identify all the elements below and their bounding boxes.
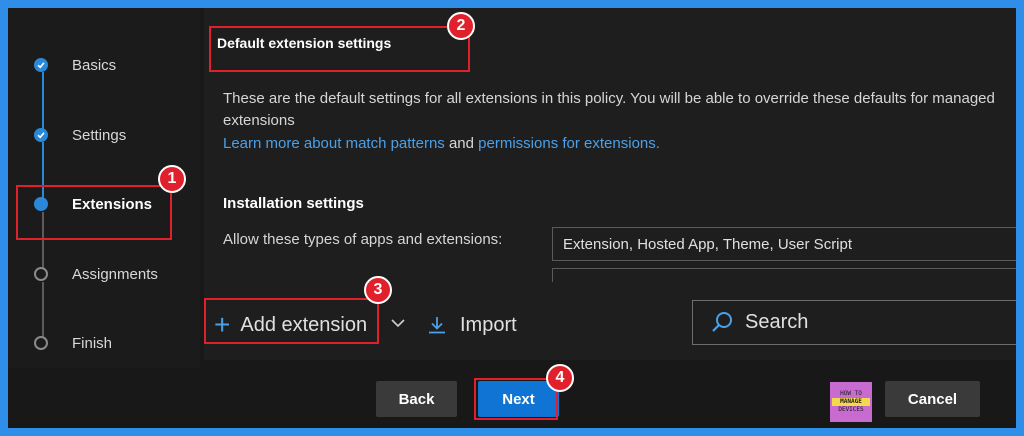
watermark-logo: HOW TO MANAGE DEVICES (830, 382, 872, 422)
step-label: Basics (72, 56, 117, 74)
highlight-extensions-step (16, 185, 172, 240)
annotation-badge: 3 (364, 276, 392, 304)
back-button[interactable]: Back (376, 381, 457, 417)
installation-settings-heading: Installation settings (223, 195, 364, 212)
highlight-section-title (209, 26, 470, 72)
watermark-text: DEVICES (838, 406, 864, 413)
link-separator: and (448, 135, 474, 152)
step-label: Assignments (72, 265, 158, 283)
allowed-types-dropdown[interactable]: Extension, Hosted App, Theme, User Scrip… (552, 227, 1016, 261)
annotation-badge: 4 (546, 364, 574, 392)
search-placeholder: Search (745, 311, 809, 333)
step-assignments[interactable]: Assignments (34, 262, 158, 286)
step-basics[interactable]: Basics (34, 53, 116, 77)
watermark-text: MANAGE (832, 398, 870, 406)
search-icon (712, 311, 732, 332)
section-description: These are the default settings for all e… (223, 90, 995, 129)
step-label: Settings (72, 126, 127, 144)
highlight-next-button (474, 378, 558, 420)
annotation-badge: 2 (447, 12, 475, 40)
highlight-add-extension (204, 298, 379, 344)
permissions-link[interactable]: permissions for extensions. (478, 135, 660, 152)
watermark-text: HOW TO (840, 390, 862, 397)
next-setting-field[interactable] (552, 268, 1016, 282)
step-finish[interactable]: Finish (34, 331, 112, 355)
pending-step-icon (34, 336, 48, 350)
chevron-down-icon[interactable] (389, 314, 407, 332)
allow-types-label: Allow these types of apps and extensions… (223, 231, 503, 248)
import-icon (429, 317, 445, 334)
step-label: Finish (72, 334, 113, 352)
annotation-badge: 1 (158, 165, 186, 193)
help-links: Learn more about match patterns and perm… (223, 135, 660, 152)
dropdown-value: Extension, Hosted App, Theme, User Scrip… (563, 235, 853, 253)
check-icon (34, 58, 48, 72)
step-settings[interactable]: Settings (34, 123, 126, 147)
import-label: Import (460, 313, 517, 336)
check-icon (34, 128, 48, 142)
policy-wizard-window: Basics Settings Extensions Assignments F… (8, 8, 1016, 428)
pending-step-icon (34, 267, 48, 281)
cancel-button[interactable]: Cancel (885, 381, 980, 417)
import-button[interactable]: Import (426, 308, 517, 342)
match-patterns-link[interactable]: Learn more about match patterns (223, 135, 445, 152)
search-input[interactable]: Search (692, 300, 1016, 345)
